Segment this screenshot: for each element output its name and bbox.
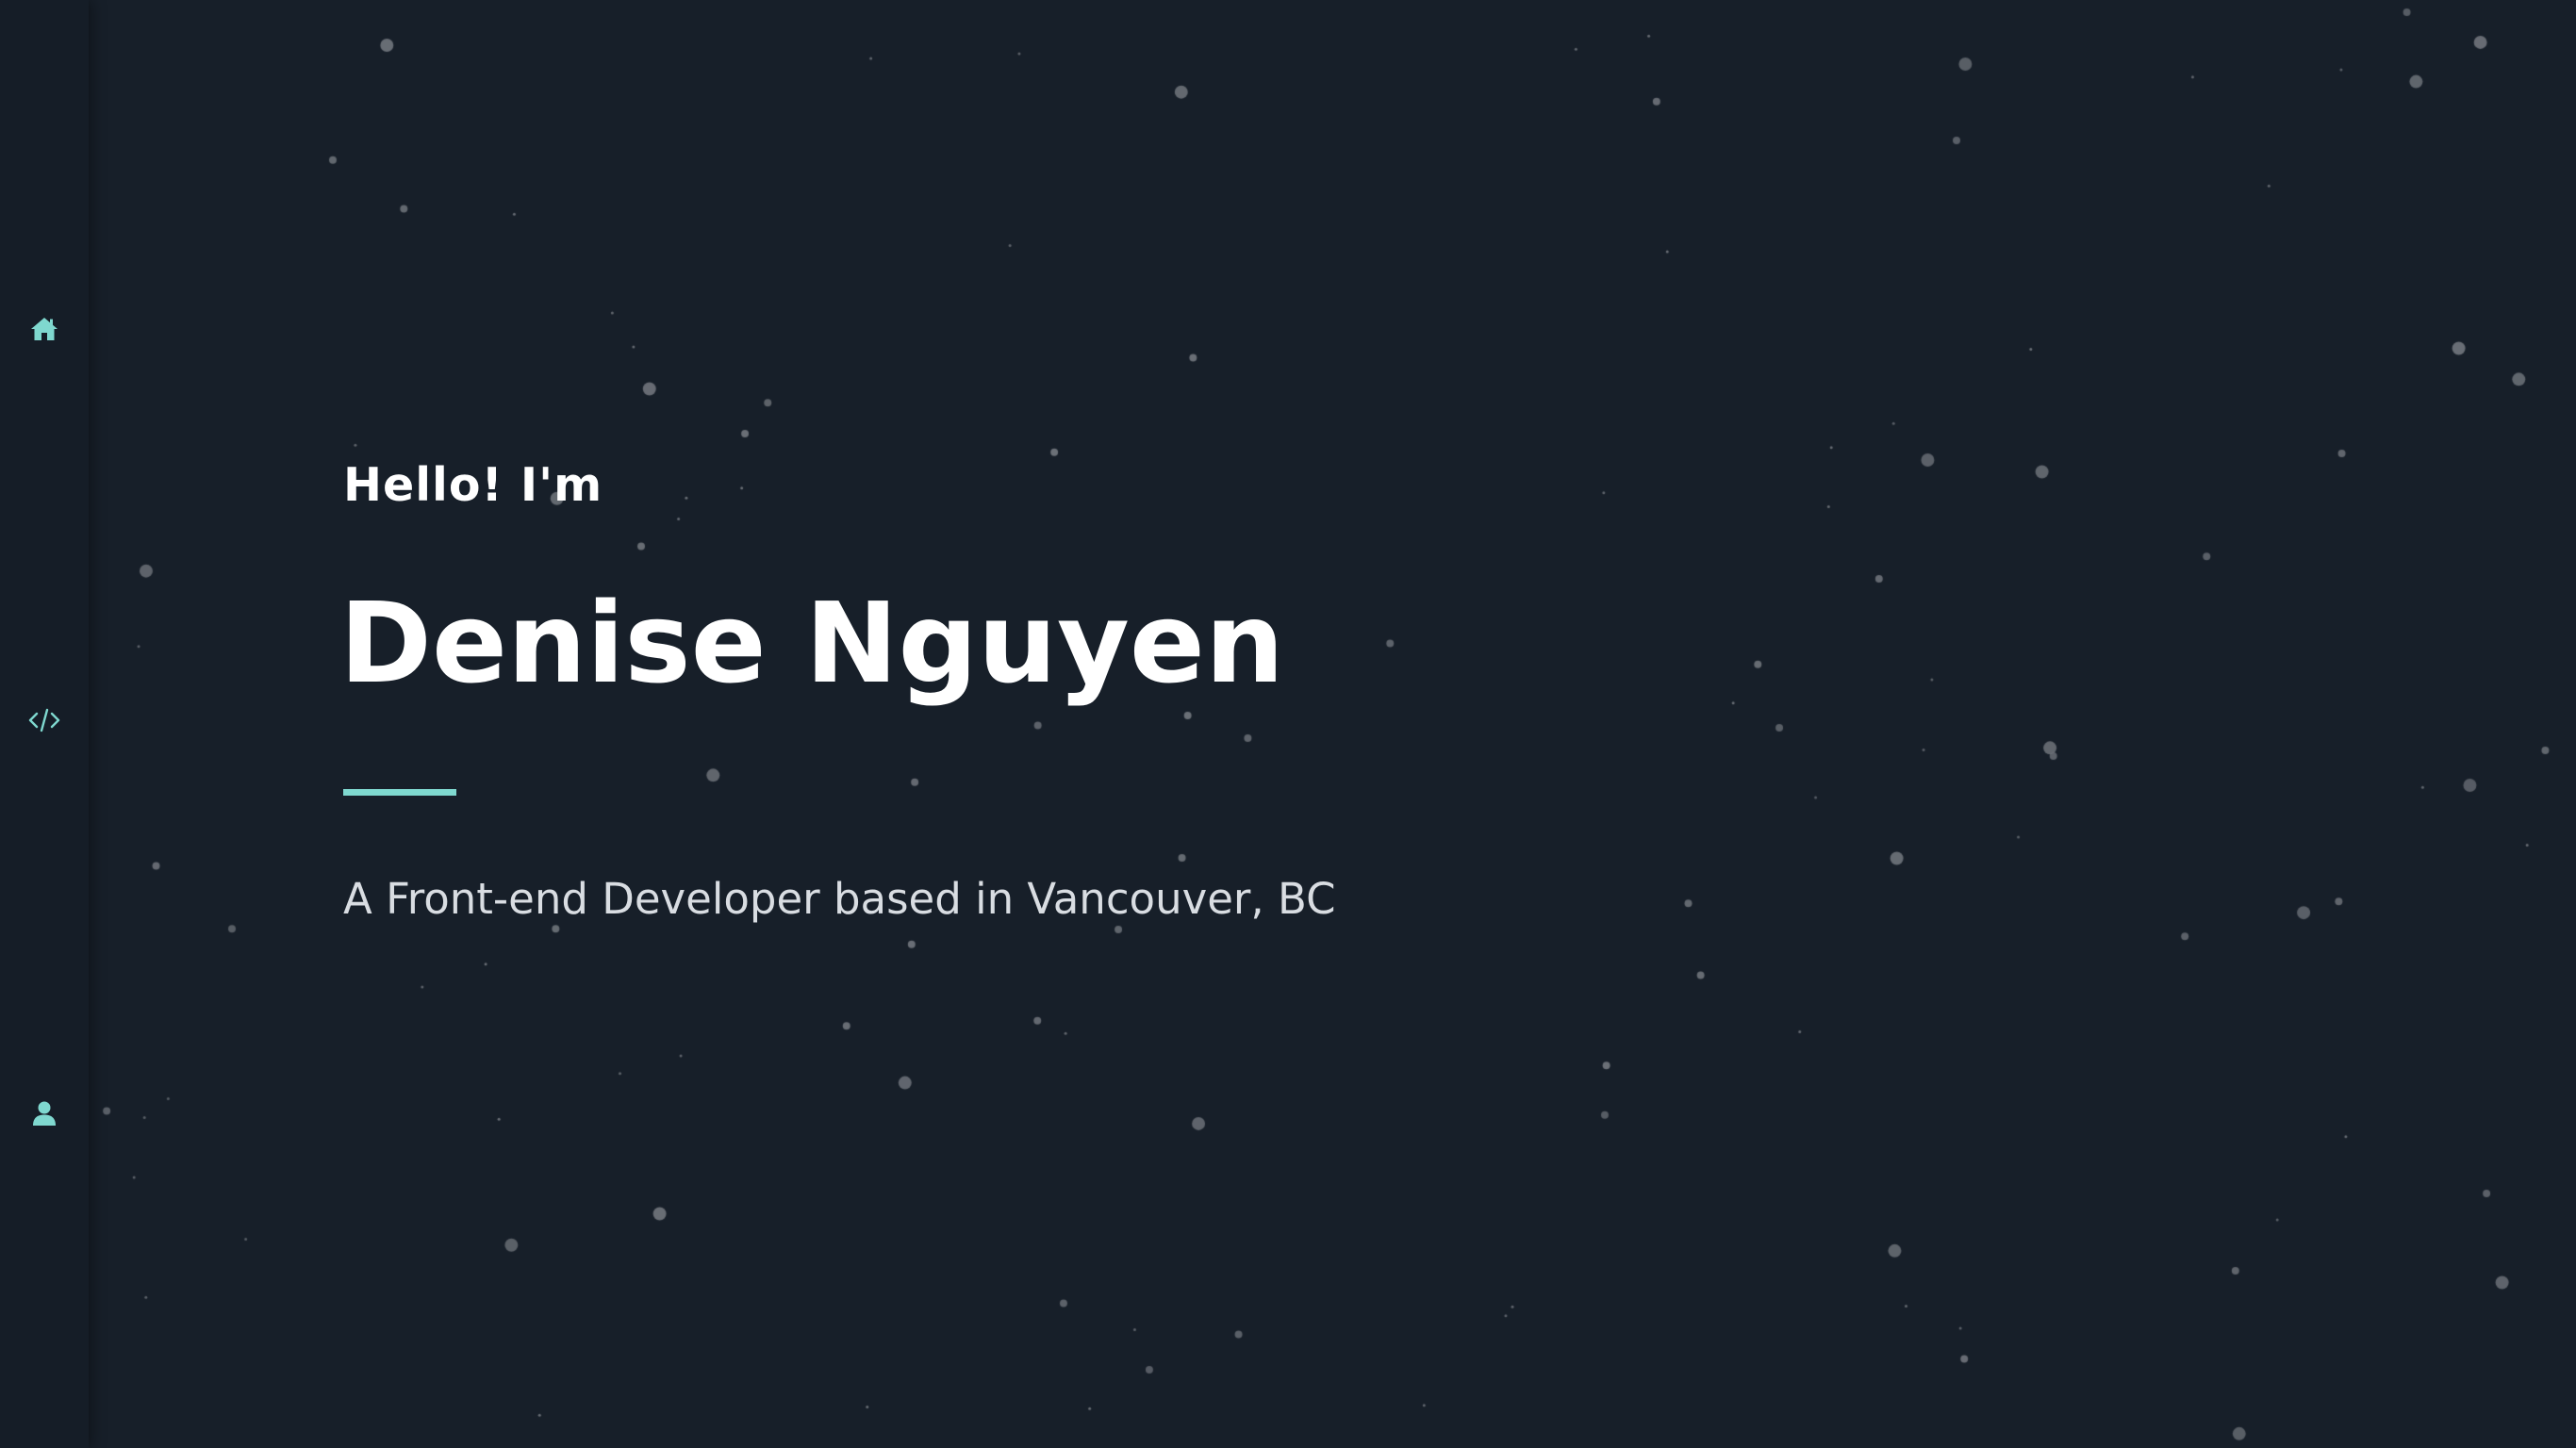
nav-about-button[interactable] xyxy=(0,1083,89,1144)
accent-divider xyxy=(343,789,456,796)
greeting-text: Hello! I'm xyxy=(343,458,603,512)
user-icon xyxy=(33,1101,56,1126)
particle-background xyxy=(0,0,2576,1448)
hero-section: Hello! I'm Denise Nguyen A Front-end Dev… xyxy=(339,458,1336,920)
home-icon xyxy=(31,318,58,340)
hero-tagline: A Front-end Developer based in Vancouver… xyxy=(343,874,1336,924)
hero-name: Denise Nguyen xyxy=(339,578,1284,708)
sidebar-nav xyxy=(0,0,89,1448)
nav-projects-button[interactable] xyxy=(0,690,89,750)
code-icon xyxy=(28,708,60,732)
nav-home-button[interactable] xyxy=(0,299,89,359)
